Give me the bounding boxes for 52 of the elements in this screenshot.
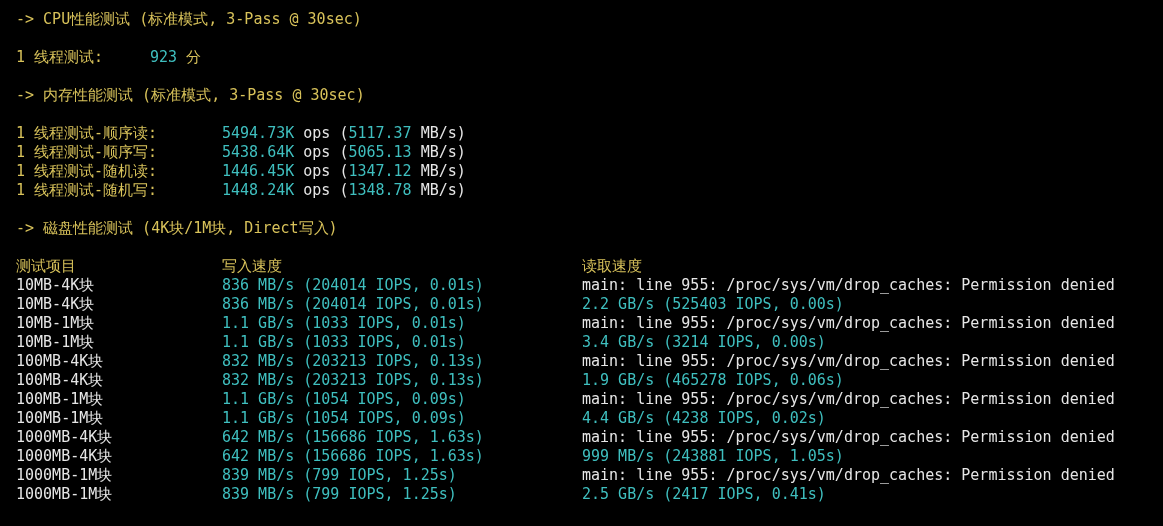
terminal-text: 1 线程测试-顺序写: [16,143,159,162]
table-cell-text: 836 MB/s (204014 IOPS, 0.01s) [222,295,485,314]
terminal-text: 1 线程测试-顺序读: [16,124,159,143]
table-cell: main: line 955: /proc/sys/vm/drop_caches: Permission denied [582,314,1115,333]
table-cell-text: 10MB-1M块 [16,333,96,352]
table-cell: 2.5 GB/s (2417 IOPS, 0.41s) [582,485,826,504]
table-cell-text: 10MB-1M块 [16,314,96,333]
terminal-text: 1 线程测试-随机读: [16,162,159,181]
table-cell-text: 832 MB/s (203213 IOPS, 0.13s) [222,352,485,371]
table-cell-text: 1.1 GB/s (1054 IOPS, 0.09s) [222,390,467,409]
terminal-text: -> 内存性能测试 (标准模式, 3-Pass @ 30sec) [16,86,365,105]
terminal-text: -> 磁盘性能测试 (4K块/1M块, Direct写入) [16,219,338,238]
table-cell-text: 642 MB/s (156686 IOPS, 1.63s) [222,447,485,466]
table-cell: main: line 955: /proc/sys/vm/drop_caches: Permission denied [582,428,1115,447]
terminal-text: 1446.45K ops (1347.12 MB/s) [222,162,466,181]
table-cell-text: 1.1 GB/s (1054 IOPS, 0.09s) [222,409,467,428]
table-cell-text: 839 MB/s (799 IOPS, 1.25s) [222,485,458,504]
table-cell-text: 642 MB/s (156686 IOPS, 1.63s) [222,428,485,447]
table-cell-text: 839 MB/s (799 IOPS, 1.25s) [222,466,458,485]
table-cell-text: 1.1 GB/s (1033 IOPS, 0.01s) [222,333,467,352]
table-cell: main: line 955: /proc/sys/vm/drop_caches: Permission denied [582,466,1115,485]
table-cell-text: 1.1 GB/s (1033 IOPS, 0.01s) [222,314,467,333]
table-cell-text: 836 MB/s (204014 IOPS, 0.01s) [222,276,485,295]
table-cell-text: 1000MB-1M块 [16,485,114,504]
terminal-text: 923 分 [150,48,202,67]
table-cell-text: 10MB-4K块 [16,295,96,314]
table-cell-text: 写入速度 [222,257,283,276]
terminal-text: 5494.73K ops (5117.37 MB/s) [222,124,466,143]
table-cell-text: 1000MB-4K块 [16,428,114,447]
table-cell: 2.2 GB/s (525403 IOPS, 0.00s) [582,295,844,314]
table-cell: main: line 955: /proc/sys/vm/drop_caches: Permission denied [582,352,1115,371]
table-cell-text: 10MB-4K块 [16,276,96,295]
table-cell: 999 MB/s (243881 IOPS, 1.05s) [582,447,844,466]
table-cell-text: 832 MB/s (203213 IOPS, 0.13s) [222,371,485,390]
table-cell-text: 测试项目 [16,257,77,276]
table-cell: 3.4 GB/s (3214 IOPS, 0.00s) [582,333,826,352]
table-cell-text: 100MB-4K块 [16,352,105,371]
terminal-text: 1 线程测试: [16,48,105,67]
table-cell-text: 1000MB-1M块 [16,466,114,485]
table-cell: main: line 955: /proc/sys/vm/drop_caches: Permission denied [582,390,1115,409]
terminal-text: 1448.24K ops (1348.78 MB/s) [222,181,466,200]
terminal-text: -> CPU性能测试 (标准模式, 3-Pass @ 30sec) [16,10,362,29]
table-cell-text: 1000MB-4K块 [16,447,114,466]
terminal-text: 5438.64K ops (5065.13 MB/s) [222,143,466,162]
terminal-text: 1 线程测试-随机写: [16,181,159,200]
table-cell: 1.9 GB/s (465278 IOPS, 0.06s) [582,371,844,390]
table-cell: 读取速度 [582,257,642,276]
table-cell: 4.4 GB/s (4238 IOPS, 0.02s) [582,409,826,428]
table-cell-text: 100MB-4K块 [16,371,105,390]
table-cell-text: 100MB-1M块 [16,390,105,409]
table-cell: main: line 955: /proc/sys/vm/drop_caches: Permission denied [582,276,1115,295]
table-cell-text: 100MB-1M块 [16,409,105,428]
